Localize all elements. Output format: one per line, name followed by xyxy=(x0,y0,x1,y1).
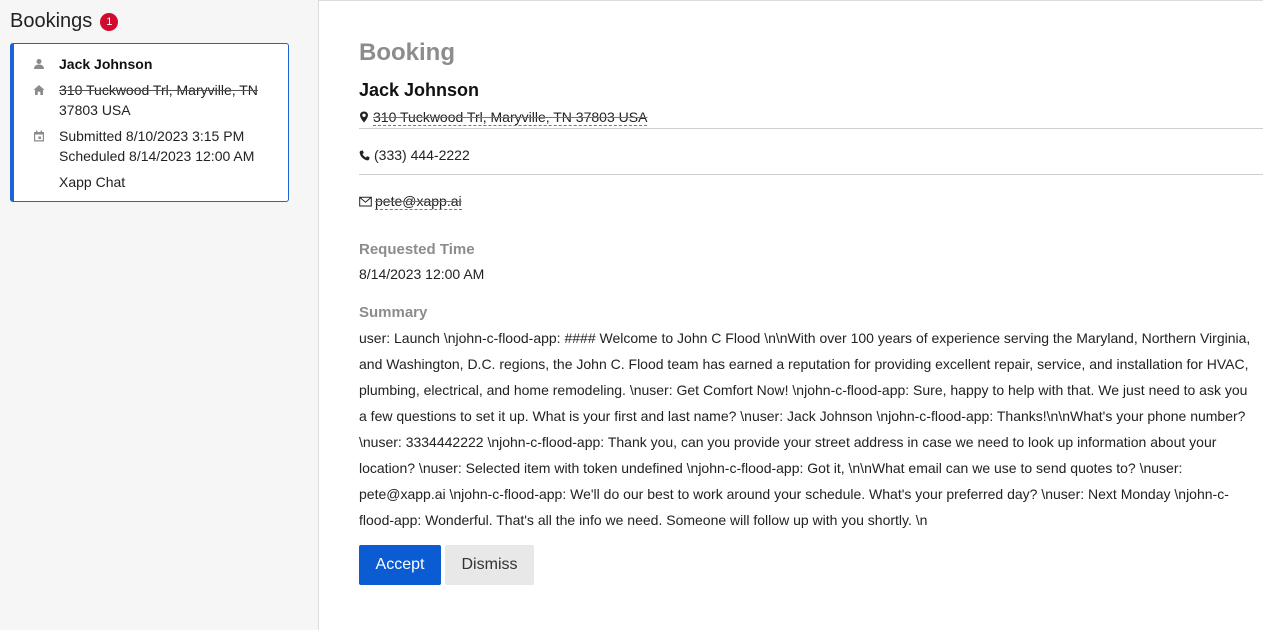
card-address-line2: 37803 USA xyxy=(59,102,131,118)
card-customer-name: Jack Johnson xyxy=(59,56,153,72)
address-link[interactable]: 310 Tuckwood Trl, Maryville, TN 37803 US… xyxy=(373,109,648,126)
phone-row: (333) 444-2222 xyxy=(359,145,1263,165)
card-dates: Submitted 8/10/2023 3:15 PM Scheduled 8/… xyxy=(59,126,254,166)
email-row: pete@xapp.ai xyxy=(359,191,1263,211)
card-address-row: 310 Tuckwood Trl, Maryville, TN 37803 US… xyxy=(24,80,278,120)
summary-text: user: Launch \njohn-c-flood-app: #### We… xyxy=(359,330,1251,528)
card-address: 310 Tuckwood Trl, Maryville, TN 37803 US… xyxy=(59,80,258,120)
card-channel-row: Xapp Chat xyxy=(24,172,278,192)
bookings-sidebar: Bookings 1 Jack Johnson 310 Tuckwood Trl… xyxy=(0,0,319,630)
booking-detail: Booking Jack Johnson 310 Tuckwood Trl, M… xyxy=(319,0,1263,630)
bookings-count-badge: 1 xyxy=(100,13,119,31)
requested-time-label: Requested Time xyxy=(359,241,475,258)
sidebar-title: Bookings xyxy=(10,9,93,32)
booking-actions: Accept Dismiss xyxy=(359,545,1263,585)
address-row: 310 Tuckwood Trl, Maryville, TN 37803 US… xyxy=(359,107,1263,127)
customer-name: Jack Johnson xyxy=(359,80,480,100)
card-channel: Xapp Chat xyxy=(59,174,126,190)
card-submitted: Submitted 8/10/2023 3:15 PM xyxy=(59,128,245,144)
home-icon xyxy=(24,80,48,96)
phone-number: (333) 444-2222 xyxy=(374,147,470,163)
summary-label: Summary xyxy=(359,304,428,321)
page-title: Booking xyxy=(359,39,455,66)
app-root: Bookings 1 Jack Johnson 310 Tuckwood Trl… xyxy=(0,0,1263,630)
divider xyxy=(359,128,1263,129)
sidebar-header: Bookings 1 xyxy=(10,8,308,34)
card-scheduled: Scheduled 8/14/2023 12:00 AM xyxy=(59,148,255,164)
card-dates-row: Submitted 8/10/2023 3:15 PM Scheduled 8/… xyxy=(24,126,278,166)
calendar-icon xyxy=(24,126,48,142)
phone-icon xyxy=(359,149,370,160)
map-marker-icon xyxy=(360,111,368,123)
card-address-line1: 310 Tuckwood Trl, Maryville, TN xyxy=(59,82,258,98)
requested-time-value: 8/14/2023 12:00 AM xyxy=(359,266,485,282)
card-name-row: Jack Johnson xyxy=(24,54,278,74)
accept-button[interactable]: Accept xyxy=(359,545,441,585)
booking-card[interactable]: Jack Johnson 310 Tuckwood Trl, Maryville… xyxy=(10,43,289,202)
person-icon xyxy=(24,54,48,70)
envelope-icon xyxy=(359,196,372,206)
divider xyxy=(359,174,1263,175)
email-link[interactable]: pete@xapp.ai xyxy=(375,193,462,210)
dismiss-button[interactable]: Dismiss xyxy=(445,545,534,585)
